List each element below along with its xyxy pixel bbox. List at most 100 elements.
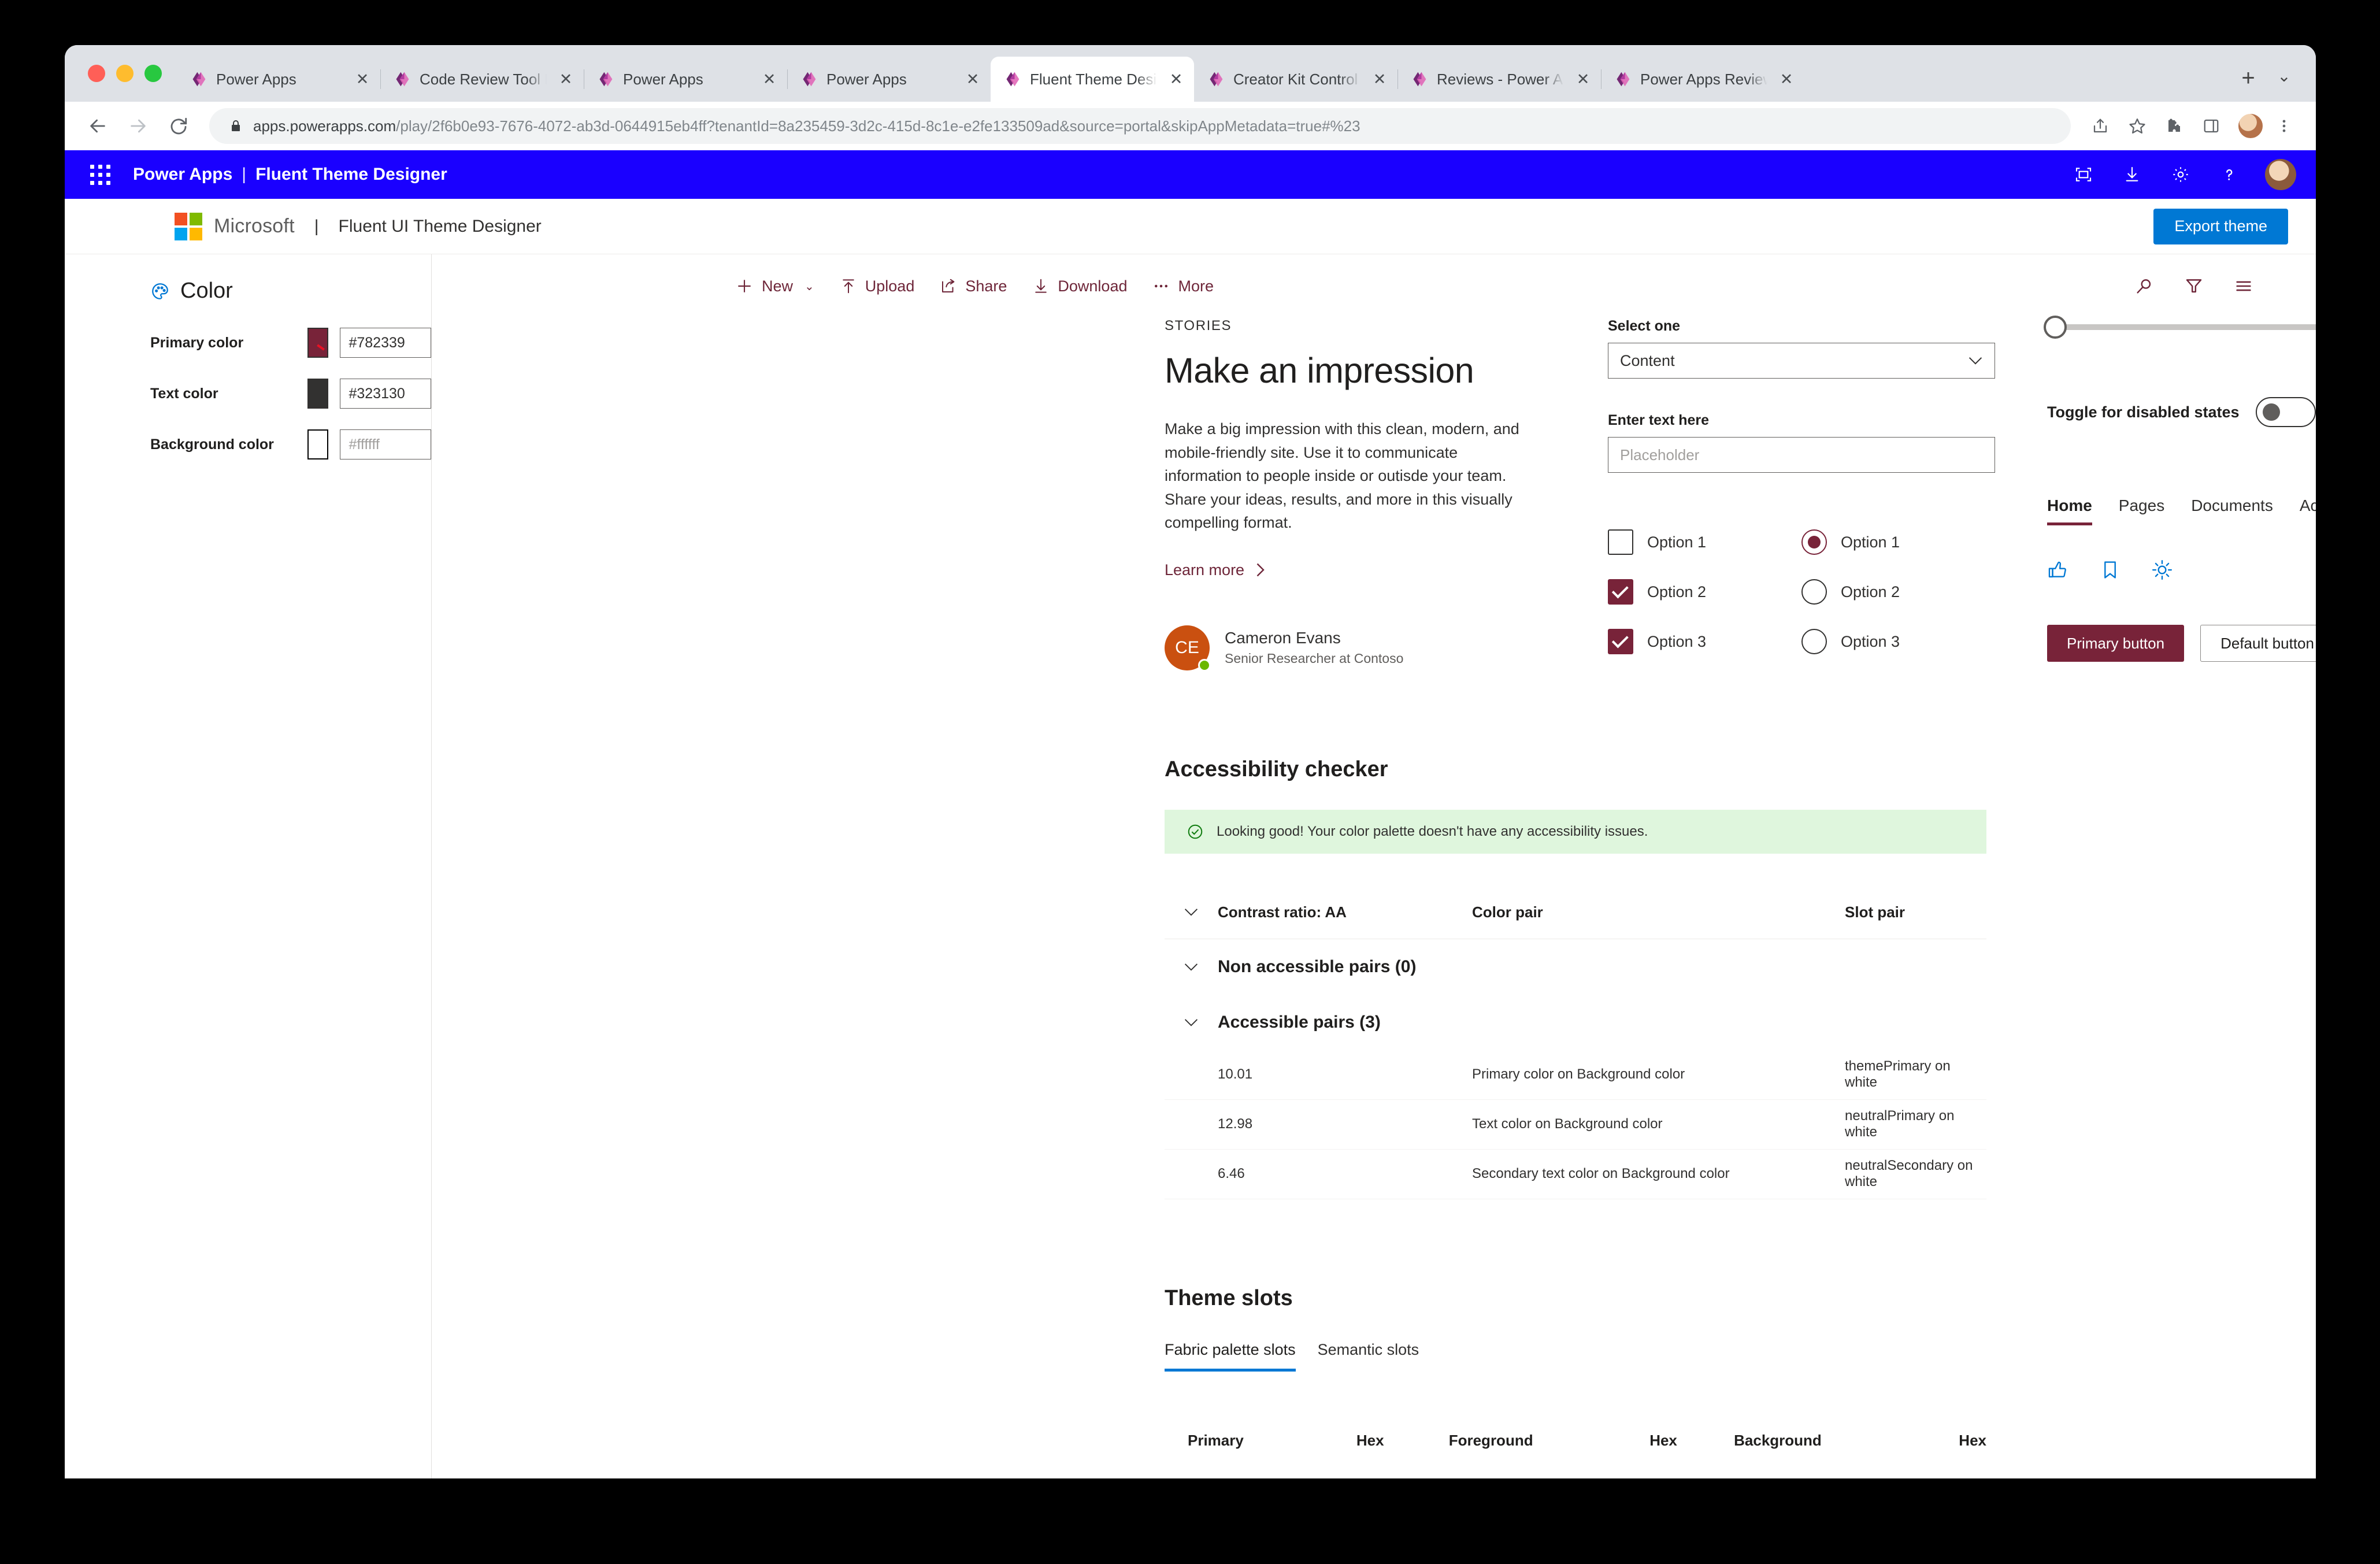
- color-swatch-button[interactable]: [307, 429, 329, 459]
- form-column: Select one Content Enter text here Place…: [1608, 318, 1995, 679]
- color-hex-input[interactable]: #323130: [340, 379, 432, 409]
- learn-more-link[interactable]: Learn more: [1165, 561, 1266, 579]
- close-tab-button[interactable]: ✕: [759, 71, 779, 87]
- cell-slot-pair: themePrimary on white: [1845, 1058, 1951, 1090]
- back-arrow-icon[interactable]: [80, 108, 116, 144]
- maximize-window-button[interactable]: [144, 65, 162, 82]
- tab-favicon-icon: [1004, 71, 1021, 88]
- list-icon[interactable]: [2234, 276, 2253, 296]
- bookmark-icon[interactable]: [2099, 559, 2121, 581]
- pivot-tab-pages[interactable]: Pages: [2119, 496, 2164, 525]
- command-share[interactable]: Share: [940, 277, 1007, 295]
- color-swatch-button[interactable]: [307, 328, 329, 358]
- browser-profile-avatar[interactable]: [2237, 113, 2264, 139]
- radio-row[interactable]: Option 2: [1801, 579, 1995, 605]
- browser-tab[interactable]: Power Apps Review Tool - ✕: [1601, 57, 1804, 102]
- close-tab-button[interactable]: ✕: [353, 71, 372, 87]
- primary-button[interactable]: Primary button: [2047, 625, 2185, 662]
- close-tab-button[interactable]: ✕: [1573, 71, 1593, 87]
- checkbox[interactable]: [1608, 529, 1633, 555]
- checkbox-group: Option 1 Option 2 Option 3: [1608, 529, 1801, 679]
- browser-tab[interactable]: Power Apps ✕: [584, 57, 787, 102]
- pivot-tab-documents[interactable]: Documents: [2191, 496, 2273, 525]
- app-bar-actions: [2071, 159, 2316, 190]
- ts-column-primary: Primary: [1188, 1432, 1244, 1449]
- minimize-window-button[interactable]: [116, 65, 134, 82]
- theme-slots-tab[interactable]: Semantic slots: [1318, 1341, 1419, 1372]
- star-icon[interactable]: [2121, 109, 2154, 143]
- pivot-tab-home[interactable]: Home: [2047, 496, 2092, 525]
- slider-thumb[interactable]: [2044, 315, 2067, 339]
- gear-icon[interactable]: [2168, 162, 2193, 187]
- like-icon[interactable]: [2047, 559, 2069, 581]
- download-icon[interactable]: [2119, 162, 2145, 187]
- default-button[interactable]: Default button: [2200, 625, 2316, 662]
- radio-button[interactable]: [1801, 529, 1827, 555]
- close-tab-button[interactable]: ✕: [556, 71, 576, 87]
- checkbox[interactable]: [1608, 629, 1633, 654]
- checkbox-row[interactable]: Option 3: [1608, 629, 1801, 654]
- filter-icon[interactable]: [2184, 276, 2204, 296]
- slider[interactable]: [2044, 315, 2316, 339]
- fit-screen-icon[interactable]: [2071, 162, 2096, 187]
- tab-label: Creator Kit Control Reference: [1233, 70, 1360, 88]
- user-avatar[interactable]: [2265, 159, 2296, 190]
- close-tab-button[interactable]: ✕: [1166, 71, 1186, 87]
- chevron-down-icon[interactable]: [1165, 1017, 1218, 1028]
- puzzle-icon[interactable]: [2157, 109, 2191, 143]
- browser-tab[interactable]: Power Apps ✕: [787, 57, 991, 102]
- command-download[interactable]: Download: [1032, 277, 1127, 295]
- new-tab-button[interactable]: +: [2230, 60, 2266, 96]
- checkbox[interactable]: [1608, 579, 1633, 605]
- browser-tab[interactable]: Fluent Theme Designer - P ✕: [991, 57, 1194, 102]
- radio-button[interactable]: [1801, 629, 1827, 654]
- option-groups: Option 1 Option 2 Option 3 Option 1 Option …: [1608, 529, 1995, 679]
- kebab-menu-icon[interactable]: [2267, 109, 2301, 143]
- share-icon[interactable]: [2084, 109, 2117, 143]
- reload-icon[interactable]: [161, 108, 197, 144]
- side-panel-icon[interactable]: [2194, 109, 2228, 143]
- waffle-menu-icon[interactable]: [82, 157, 118, 192]
- radio-row[interactable]: Option 3: [1801, 629, 1995, 654]
- brightness-icon[interactable]: [2151, 559, 2173, 581]
- color-hex-input[interactable]: #ffffff: [340, 429, 432, 459]
- browser-tab[interactable]: Reviews - Power Apps ✕: [1397, 57, 1601, 102]
- browser-tab[interactable]: Power Apps ✕: [177, 57, 380, 102]
- window-controls: [65, 45, 177, 102]
- forward-arrow-icon[interactable]: [120, 108, 156, 144]
- help-icon[interactable]: [2216, 162, 2242, 187]
- close-tab-button[interactable]: ✕: [963, 71, 983, 87]
- tab-search-icon[interactable]: ⌄: [2266, 58, 2302, 94]
- browser-tab[interactable]: Code Review Tool Experiment ✕: [380, 57, 584, 102]
- disabled-states-toggle[interactable]: [2255, 397, 2316, 427]
- close-window-button[interactable]: [88, 65, 105, 82]
- accessibility-group-header[interactable]: Non accessible pairs (0): [1165, 939, 1986, 995]
- command-upload[interactable]: Upload: [840, 277, 914, 295]
- command-new[interactable]: New ⌄: [735, 277, 814, 295]
- theme-slots-tab[interactable]: Fabric palette slots: [1165, 1341, 1296, 1372]
- eyedropper-icon: [317, 344, 325, 351]
- search-icon[interactable]: [2134, 276, 2154, 296]
- chevron-down-icon[interactable]: [1165, 907, 1218, 917]
- pivot-tab-activity[interactable]: Activity: [2300, 496, 2316, 525]
- color-swatch-button[interactable]: [307, 379, 329, 409]
- select-dropdown[interactable]: Content: [1608, 343, 1995, 379]
- export-theme-button[interactable]: Export theme: [2153, 208, 2288, 244]
- table-row: 10.01 Primary color on Background color th…: [1165, 1050, 1986, 1100]
- close-tab-button[interactable]: ✕: [1370, 71, 1389, 87]
- text-input[interactable]: Placeholder: [1608, 437, 1995, 473]
- address-bar[interactable]: apps.powerapps.com/play/2f6b0e93-7676-40…: [209, 108, 2071, 144]
- command-more[interactable]: More: [1152, 277, 1214, 295]
- browser-tab[interactable]: Creator Kit Control Reference ✕: [1194, 57, 1397, 102]
- color-hex-input[interactable]: #782339: [340, 328, 432, 358]
- color-row-label: Background color: [150, 436, 274, 453]
- checkbox-row[interactable]: Option 2: [1608, 579, 1801, 605]
- cell-color-pair: Text color on Background color: [1472, 1116, 1663, 1132]
- radio-row[interactable]: Option 1: [1801, 529, 1995, 555]
- accessibility-group-header[interactable]: Accessible pairs (3): [1165, 995, 1986, 1050]
- close-tab-button[interactable]: ✕: [1777, 71, 1796, 87]
- radio-button[interactable]: [1801, 579, 1827, 605]
- checkbox-row[interactable]: Option 1: [1608, 529, 1801, 555]
- chevron-down-icon[interactable]: [1165, 962, 1218, 972]
- checkbox-label: Option 2: [1647, 583, 1707, 601]
